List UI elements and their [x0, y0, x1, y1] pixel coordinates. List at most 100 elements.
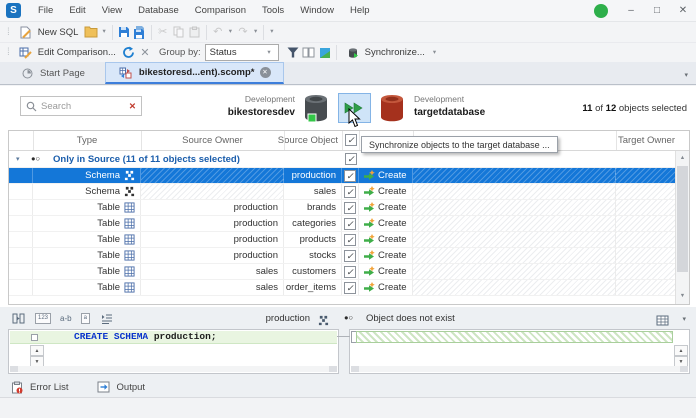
whitespace-icon[interactable]: a	[81, 313, 90, 324]
row-checkbox-cell[interactable]: ✓	[342, 184, 359, 199]
group-by-select[interactable]: Status ▾	[205, 44, 279, 61]
row-action-cell[interactable]: Create	[359, 264, 413, 279]
save-icon[interactable]	[116, 24, 132, 40]
filter-icon[interactable]	[285, 45, 301, 61]
menu-help[interactable]: Help	[342, 1, 378, 20]
grid-row[interactable]: Table sales customers ✓ Create	[9, 264, 677, 280]
row-checkbox-cell[interactable]: ✓	[342, 248, 359, 263]
paste-icon[interactable]	[187, 24, 203, 40]
search-box[interactable]: ✕	[20, 96, 142, 116]
script-panel-caret-icon[interactable]: ▾	[682, 315, 686, 323]
clear-search-icon[interactable]: ✕	[129, 101, 136, 112]
redo-dropdown-caret-icon[interactable]: ▾	[251, 25, 260, 39]
previous-difference-icon[interactable]: ▲	[30, 345, 44, 356]
save-all-icon[interactable]	[132, 24, 148, 40]
grid-view-icon[interactable]	[654, 312, 670, 328]
open-dropdown-caret-icon[interactable]: ▾	[99, 25, 108, 39]
tab-start-page[interactable]: Start Page	[7, 62, 97, 84]
synchronize-dropdown-caret-icon[interactable]: ▾	[430, 46, 439, 60]
grid-row[interactable]: Table sales order_items ✓ Create	[9, 280, 677, 296]
row-action-cell[interactable]: Create	[359, 232, 413, 247]
scrollbar-thumb[interactable]	[677, 166, 688, 272]
row-target-owner-cell	[616, 200, 677, 215]
menu-database[interactable]: Database	[130, 1, 187, 20]
column-header-type[interactable]: Type	[33, 135, 141, 146]
toolbar-grip[interactable]: ⁞	[7, 47, 9, 58]
grid-row[interactable]: Schema sales ✓ Create	[9, 184, 677, 200]
line-numbers-icon[interactable]: 123	[35, 313, 51, 324]
row-checkbox-cell[interactable]: ✓	[342, 200, 359, 215]
column-header-target-owner[interactable]: Target Owner	[616, 135, 677, 146]
row-action-cell[interactable]: Create	[359, 248, 413, 263]
row-action-cell[interactable]: Create	[359, 216, 413, 231]
tab-schema-comparison[interactable]: bikestoresd...ent).scomp* ✕	[105, 62, 284, 84]
app-logo-icon: S	[6, 3, 21, 18]
row-target-object-cell	[413, 280, 616, 295]
maximize-button[interactable]: □	[646, 2, 668, 19]
row-action-cell[interactable]: Create	[359, 168, 413, 183]
undo-icon[interactable]: ↶	[210, 24, 226, 40]
grid-vertical-scrollbar[interactable]: ▲ ▼	[675, 151, 689, 304]
code-fold-marker[interactable]	[31, 334, 38, 341]
selection-summary: 11 of 12 objects selected	[582, 103, 687, 114]
create-action-icon	[362, 169, 375, 182]
ignore-case-icon[interactable]: a-b	[60, 314, 72, 323]
copy-icon[interactable]	[171, 24, 187, 40]
menu-edit[interactable]: Edit	[61, 1, 93, 20]
grid-row[interactable]: Table production stocks ✓ Create	[9, 248, 677, 264]
grid-row[interactable]: Table production products ✓ Create	[9, 232, 677, 248]
horizontal-scrollbar[interactable]	[10, 366, 337, 372]
cut-icon[interactable]: ✂	[155, 24, 171, 40]
toolbar-overflow-caret-icon[interactable]: ▾	[267, 25, 276, 39]
close-button[interactable]: ✕	[672, 2, 694, 19]
collapse-caret-icon[interactable]: ▾	[16, 155, 20, 163]
grid-row[interactable]: Table production categories ✓ Create	[9, 216, 677, 232]
toolbar-grip[interactable]: ⁞	[7, 27, 9, 38]
minimize-button[interactable]: –	[620, 2, 642, 19]
row-checkbox-cell[interactable]: ✓	[342, 280, 359, 295]
menu-window[interactable]: Window	[292, 1, 342, 20]
output-button[interactable]: Output	[96, 379, 146, 395]
source-script-editor[interactable]: CREATE SCHEMA production; ▲ ▼	[8, 329, 339, 374]
menu-file[interactable]: File	[30, 1, 61, 20]
row-action-label: Create	[378, 218, 407, 229]
tab-close-icon[interactable]: ✕	[260, 67, 271, 78]
row-action-cell[interactable]: Create	[359, 280, 413, 295]
error-list-button[interactable]: Error List	[9, 379, 69, 395]
grid-row[interactable]: Table production brands ✓ Create	[9, 200, 677, 216]
select-all-checkbox[interactable]: ✓	[345, 134, 357, 146]
grid-row[interactable]: Schema production ✓ Create	[9, 168, 677, 184]
account-avatar[interactable]	[594, 4, 608, 18]
menu-comparison[interactable]: Comparison	[187, 1, 254, 20]
refresh-icon[interactable]	[121, 45, 137, 61]
indent-icon[interactable]	[99, 311, 115, 327]
swap-panes-icon[interactable]	[301, 45, 317, 61]
previous-difference-icon[interactable]: ▲	[674, 345, 688, 356]
row-checkbox-cell[interactable]: ✓	[342, 168, 359, 183]
group-row-only-in-source[interactable]: ▾ ●○ Only in Source (11 of 11 objects se…	[9, 151, 677, 168]
group-checkbox[interactable]: ✓	[345, 153, 357, 165]
open-file-icon[interactable]	[83, 24, 99, 40]
next-difference-icon[interactable]	[10, 311, 26, 327]
menu-tools[interactable]: Tools	[254, 1, 292, 20]
menu-view[interactable]: View	[94, 1, 130, 20]
scroll-down-icon[interactable]: ▼	[676, 290, 689, 303]
target-script-editor[interactable]: ▲ ▼	[349, 329, 690, 374]
stop-icon[interactable]: ✕	[137, 45, 153, 61]
horizontal-scrollbar[interactable]	[351, 366, 688, 372]
edit-comparison-button[interactable]: Edit Comparison...	[13, 44, 121, 62]
row-checkbox-cell[interactable]: ✓	[342, 216, 359, 231]
scroll-up-icon[interactable]: ▲	[676, 152, 689, 165]
row-action-cell[interactable]: Create	[359, 184, 413, 199]
row-action-cell[interactable]: Create	[359, 200, 413, 215]
synchronize-button[interactable]: Synchronize...	[340, 44, 430, 62]
tab-list-caret-icon[interactable]: ▾	[684, 71, 688, 79]
undo-dropdown-caret-icon[interactable]: ▾	[226, 25, 235, 39]
column-header-source-object[interactable]: Source Object	[254, 135, 338, 146]
row-checkbox-cell[interactable]: ✓	[342, 264, 359, 279]
report-icon[interactable]	[317, 45, 333, 61]
row-checkbox-cell[interactable]: ✓	[342, 232, 359, 247]
new-sql-button[interactable]: New SQL	[13, 23, 84, 41]
redo-icon[interactable]: ↷	[235, 24, 251, 40]
search-input[interactable]	[41, 101, 125, 112]
